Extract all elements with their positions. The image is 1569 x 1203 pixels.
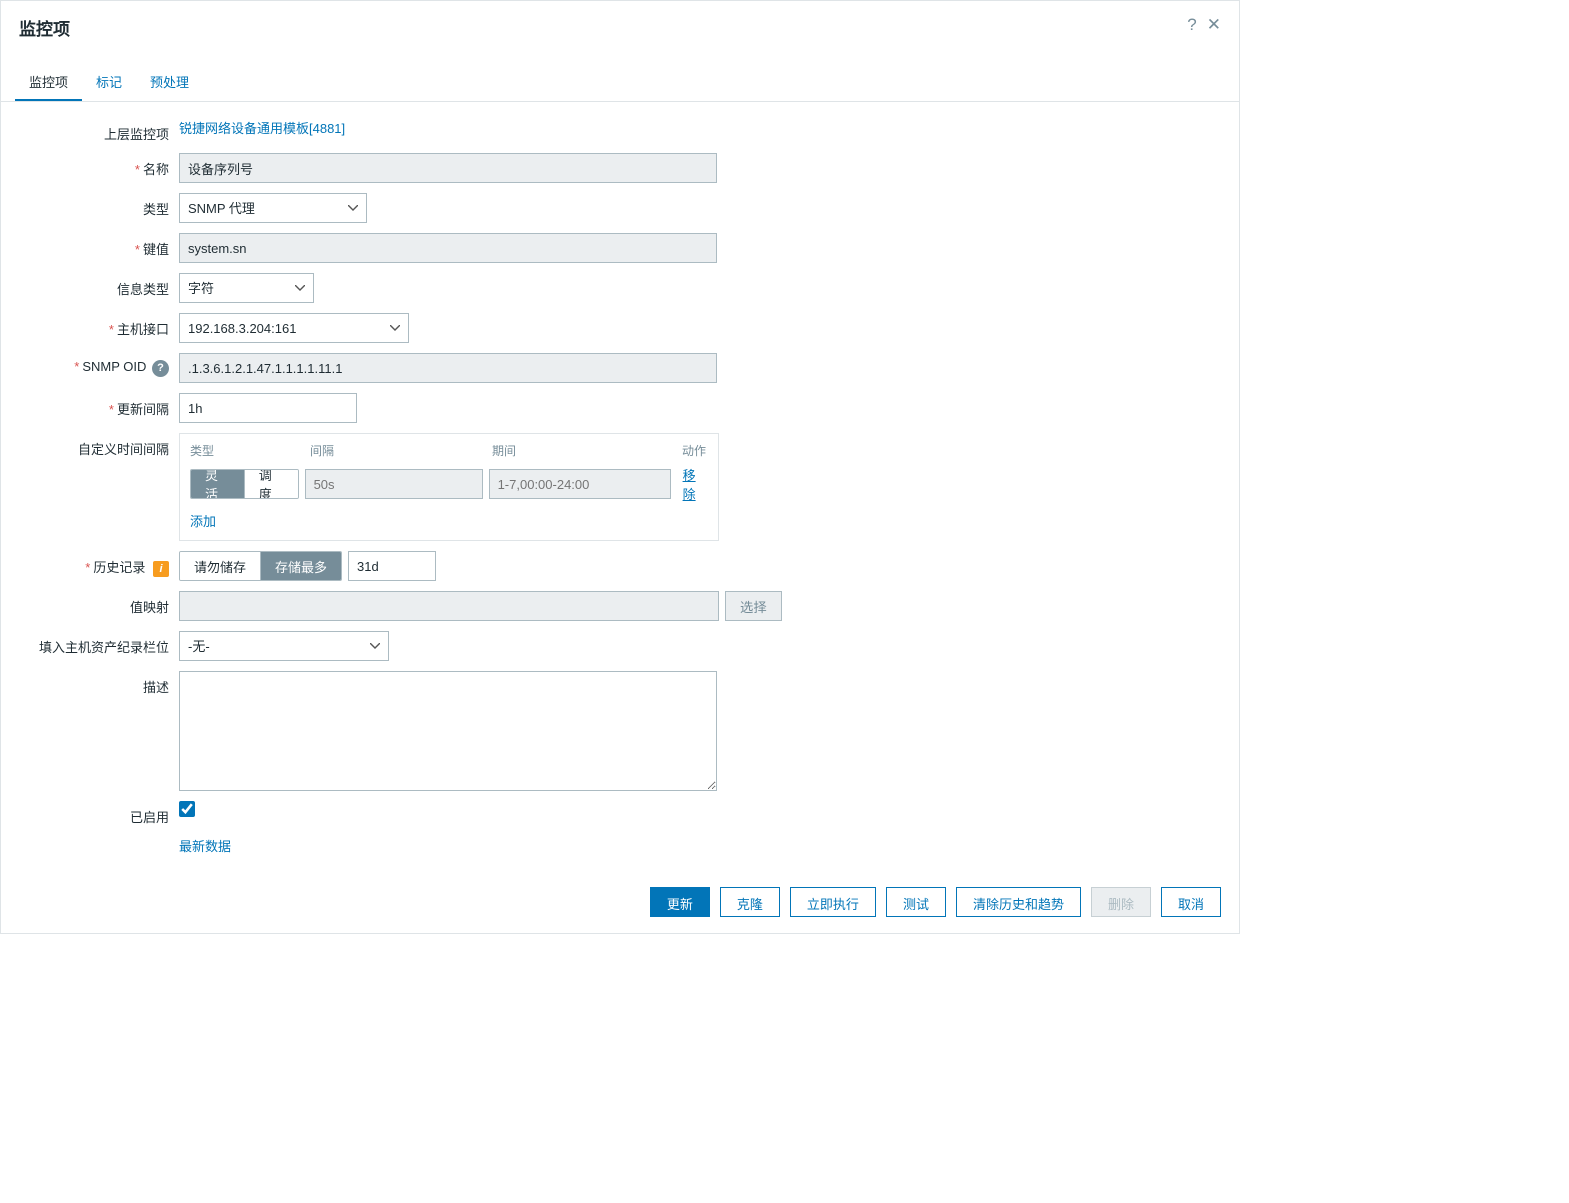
intervals-head: 类型 间隔 期间 动作 [190,442,708,459]
type-select[interactable]: SNMP 代理 [179,193,367,223]
snmp-oid-help-icon[interactable]: ? [152,360,169,377]
parent-template-link[interactable]: 锐捷网络设备通用模板[4881] [179,118,345,137]
test-button[interactable]: 测试 [886,887,946,917]
intervals-col-period: 期间 [492,442,682,459]
clear-history-button[interactable]: 清除历史和趋势 [956,887,1081,917]
info-type-select[interactable]: 字符 [179,273,314,303]
item-dialog: 监控项 ? ✕ 监控项 标记 预处理 上层监控项 锐捷网络设备通用模板[4881… [0,0,1240,934]
dialog-footer: 更新 克隆 立即执行 测试 清除历史和趋势 删除 取消 [1,875,1239,933]
row-host-interface: *主机接口 192.168.3.204:161 [19,313,1221,343]
row-history: *历史记录 i 请勿储存 存储最多 [19,551,1221,581]
row-info-type: 信息类型 字符 [19,273,1221,303]
tabs: 监控项 标记 预处理 [1,64,1239,102]
label-description: 描述 [19,671,179,696]
label-enabled: 已启用 [19,801,179,826]
interval-type-sched[interactable]: 调度 [245,470,298,498]
form-body: 上层监控项 锐捷网络设备通用模板[4881] *名称 类型 SNMP 代理 *键… [1,102,1239,875]
row-parent-item: 上层监控项 锐捷网络设备通用模板[4881] [19,118,1221,143]
value-map-input [179,591,719,621]
dialog-header: 监控项 ? ✕ [1,1,1239,50]
label-info-type: 信息类型 [19,273,179,298]
update-interval-input[interactable] [179,393,357,423]
host-interface-select[interactable]: 192.168.3.204:161 [179,313,409,343]
enabled-checkbox[interactable] [179,801,195,817]
tab-preprocessing[interactable]: 预处理 [136,64,203,101]
clone-button[interactable]: 克隆 [720,887,780,917]
help-icon[interactable]: ? [1187,15,1196,35]
label-key: *键值 [19,233,179,258]
intervals-box: 类型 间隔 期间 动作 灵活 调度 移除 添加 [179,433,719,541]
interval-add-link[interactable]: 添加 [190,511,216,530]
key-input[interactable] [179,233,717,263]
label-snmp-oid: *SNMP OID ? [19,353,179,377]
update-button[interactable]: 更新 [650,887,710,917]
history-value-input[interactable] [348,551,436,581]
asset-select[interactable]: -无- [179,631,389,661]
row-key: *键值 [19,233,1221,263]
dialog-title: 监控项 [19,15,70,40]
history-mode-toggle: 请勿储存 存储最多 [179,551,342,581]
history-info-icon[interactable]: i [153,561,169,577]
label-name: *名称 [19,153,179,178]
row-latest-data: 最新数据 [19,836,1221,855]
interval-type-toggle: 灵活 调度 [190,469,299,499]
history-mode-store[interactable]: 存储最多 [261,552,341,580]
intervals-col-interval: 间隔 [310,442,492,459]
row-type: 类型 SNMP 代理 [19,193,1221,223]
history-mode-none[interactable]: 请勿储存 [180,552,261,580]
row-custom-intervals: 自定义时间间隔 类型 间隔 期间 动作 灵活 调度 [19,433,1221,541]
tab-tags[interactable]: 标记 [82,64,136,101]
intervals-col-type: 类型 [190,442,310,459]
row-asset: 填入主机资产纪录栏位 -无- [19,631,1221,661]
label-type: 类型 [19,193,179,218]
row-value-map: 值映射 选择 [19,591,1221,621]
cancel-button[interactable]: 取消 [1161,887,1221,917]
row-description: 描述 [19,671,1221,791]
value-map-select-button: 选择 [725,591,782,621]
intervals-row: 灵活 调度 移除 [190,465,708,503]
interval-remove-link[interactable]: 移除 [683,465,708,503]
interval-period-input[interactable] [489,469,671,499]
name-input[interactable] [179,153,717,183]
snmp-oid-input[interactable] [179,353,717,383]
row-update-interval: *更新间隔 [19,393,1221,423]
execute-now-button[interactable]: 立即执行 [790,887,876,917]
delete-button: 删除 [1091,887,1151,917]
intervals-col-action: 动作 [682,442,708,459]
label-custom-intervals: 自定义时间间隔 [19,433,179,458]
label-host-interface: *主机接口 [19,313,179,338]
interval-type-flex[interactable]: 灵活 [191,470,245,498]
label-asset: 填入主机资产纪录栏位 [19,631,179,656]
label-parent-item: 上层监控项 [19,118,179,143]
header-icons: ? ✕ [1187,15,1221,35]
row-snmp-oid: *SNMP OID ? [19,353,1221,383]
interval-delay-input[interactable] [305,469,483,499]
label-history: *历史记录 i [19,551,179,577]
label-value-map: 值映射 [19,591,179,616]
label-update-interval: *更新间隔 [19,393,179,418]
row-name: *名称 [19,153,1221,183]
close-icon[interactable]: ✕ [1207,15,1221,35]
tab-item[interactable]: 监控项 [15,64,82,101]
latest-data-link[interactable]: 最新数据 [179,836,231,855]
description-textarea[interactable] [179,671,717,791]
row-enabled: 已启用 [19,801,1221,826]
